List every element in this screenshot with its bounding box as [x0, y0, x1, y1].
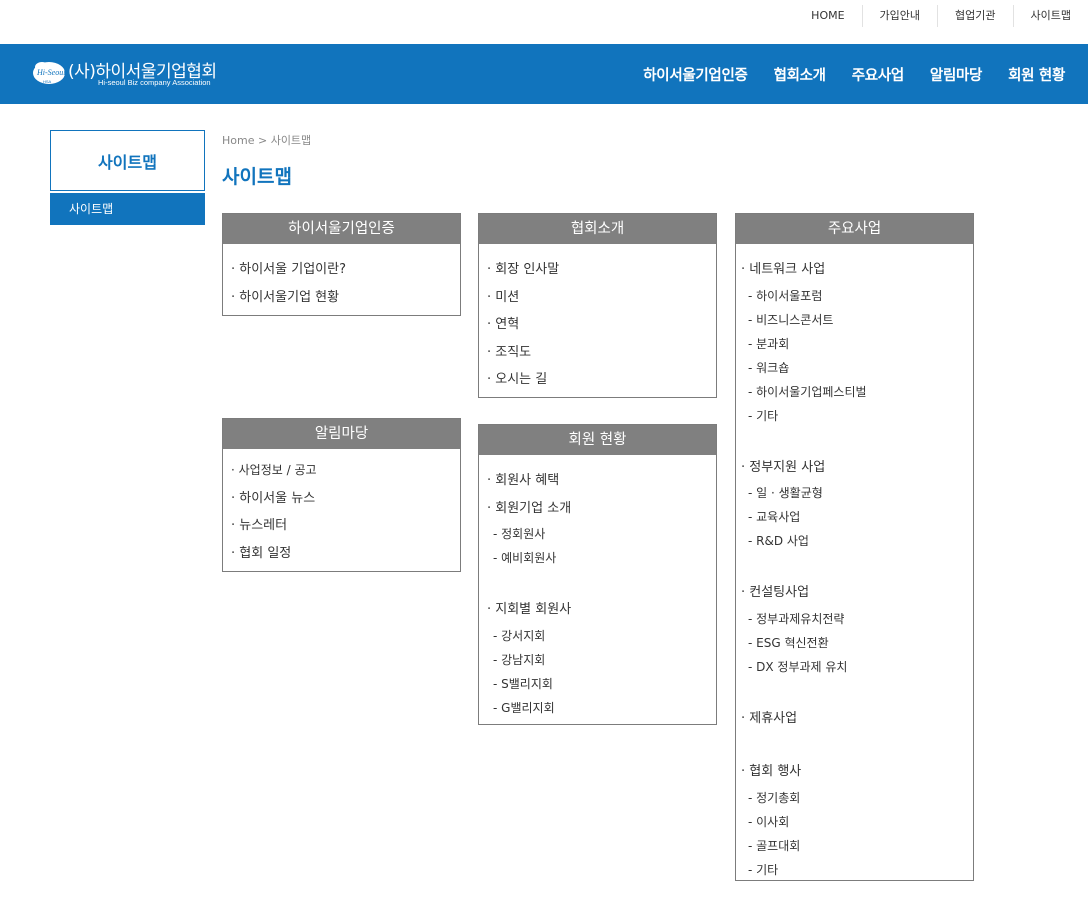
link-what-is-hiseoul[interactable]: · 하이서울 기업이란?	[231, 256, 460, 284]
sitemap-box-association: 협회소개 · 회장 인사말 · 미션 · 연혁 · 조직도 · 오시는 길	[478, 213, 717, 398]
nav-certification[interactable]: 하이서울기업인증	[630, 64, 760, 85]
link-sub[interactable]: - 일 · 생활균형	[741, 481, 973, 505]
link-partnership[interactable]: · 제휴사업	[741, 705, 973, 733]
link-hiseoul-status[interactable]: · 하이서울기업 현황	[231, 284, 460, 312]
logo-english-name: Hi-seoul Biz company Association	[98, 78, 211, 87]
link-sub[interactable]: - 골프대회	[741, 834, 973, 858]
link-directions[interactable]: · 오시는 길	[487, 366, 716, 394]
logo-mark-sub: HSA	[43, 79, 52, 84]
main-header: Hi-Seoul HSA (사)하이서울기업협회 Hi-seoul Biz co…	[0, 44, 1088, 104]
link-member-benefits[interactable]: · 회원사 혜택	[487, 467, 716, 495]
link-sub[interactable]: - 기타	[741, 858, 973, 882]
link-sub[interactable]: - 하이서울기업페스티벌	[741, 380, 973, 404]
breadcrumb: Home > 사이트맵	[222, 134, 312, 147]
link-sub[interactable]: - 예비회원사	[487, 546, 716, 570]
sitemap-box-certification: 하이서울기업인증 · 하이서울 기업이란? · 하이서울기업 현황	[222, 213, 461, 316]
link-sub[interactable]: - 강서지회	[487, 624, 716, 648]
link-member-intro[interactable]: · 회원기업 소개	[487, 495, 716, 523]
link-sub[interactable]: - G밸리지회	[487, 696, 716, 720]
link-organization[interactable]: · 조직도	[487, 339, 716, 367]
link-sub[interactable]: - 정회원사	[487, 522, 716, 546]
link-sub[interactable]: - 하이서울포럼	[741, 284, 973, 308]
link-sub[interactable]: - 비즈니스콘서트	[741, 308, 973, 332]
box-title[interactable]: 주요사업	[736, 214, 973, 244]
nav-notice[interactable]: 알림마당	[917, 64, 995, 85]
box-body: · 하이서울 기업이란? · 하이서울기업 현황	[223, 244, 460, 311]
sitemap-link[interactable]: 사이트맵	[1012, 5, 1088, 27]
link-sub[interactable]: - R&D 사업	[741, 529, 973, 553]
link-region-members[interactable]: · 지회별 회원사	[487, 596, 716, 624]
sidebar-item-sitemap[interactable]: 사이트맵	[50, 193, 205, 225]
link-sub[interactable]: - 분과회	[741, 332, 973, 356]
nav-association[interactable]: 협회소개	[761, 64, 839, 85]
box-body: · 네트워크 사업 - 하이서울포럼 - 비즈니스콘서트 - 분과회 - 워크숍…	[736, 244, 973, 882]
link-history[interactable]: · 연혁	[487, 311, 716, 339]
utility-bar: HOME 가입안내 협업기관 사이트맵	[0, 0, 1088, 44]
link-consulting[interactable]: · 컨설팅사업	[741, 579, 973, 607]
join-guide-link[interactable]: 가입안내	[861, 5, 937, 27]
logo-mark-icon: Hi-Seoul HSA	[33, 62, 66, 84]
link-sub[interactable]: - ESG 혁신전환	[741, 631, 973, 655]
nav-members[interactable]: 회원 현황	[995, 64, 1078, 85]
nav-business[interactable]: 주요사업	[839, 64, 917, 85]
page-title: 사이트맵	[222, 166, 292, 188]
logo[interactable]: Hi-Seoul HSA (사)하이서울기업협회 Hi-seoul Biz co…	[32, 56, 232, 92]
utility-links: HOME 가입안내 협업기관 사이트맵	[794, 5, 1088, 27]
link-sub[interactable]: - DX 정부과제 유치	[741, 655, 973, 679]
link-gov-support[interactable]: · 정부지원 사업	[741, 454, 973, 482]
link-sub[interactable]: - 워크숍	[741, 356, 973, 380]
link-schedule[interactable]: · 협회 일정	[231, 540, 460, 568]
box-body: · 회원사 혜택 · 회원기업 소개 - 정회원사 - 예비회원사 · 지회별 …	[479, 455, 716, 720]
box-title[interactable]: 하이서울기업인증	[223, 214, 460, 244]
box-title[interactable]: 알림마당	[223, 419, 460, 449]
link-sub[interactable]: - 정기총회	[741, 786, 973, 810]
link-sub[interactable]: - 이사회	[741, 810, 973, 834]
sitemap-box-members: 회원 현황 · 회원사 혜택 · 회원기업 소개 - 정회원사 - 예비회원사 …	[478, 424, 717, 725]
link-sub[interactable]: - 교육사업	[741, 505, 973, 529]
link-sub[interactable]: - S밸리지회	[487, 672, 716, 696]
box-title[interactable]: 협회소개	[479, 214, 716, 244]
logo-mark-text: Hi-Seoul	[36, 68, 66, 77]
link-newsletter[interactable]: · 뉴스레터	[231, 512, 460, 540]
sidebar-title: 사이트맵	[50, 130, 205, 191]
box-body: · 회장 인사말 · 미션 · 연혁 · 조직도 · 오시는 길	[479, 244, 716, 394]
box-title[interactable]: 회원 현황	[479, 425, 716, 455]
link-sub[interactable]: - 기타	[741, 404, 973, 428]
home-link[interactable]: HOME	[794, 5, 861, 27]
link-sub[interactable]: - 정부과제유치전략	[741, 607, 973, 631]
link-events[interactable]: · 협회 행사	[741, 758, 973, 786]
link-sub[interactable]: - 강남지회	[487, 648, 716, 672]
sitemap-box-notice: 알림마당 · 사업정보 / 공고 · 하이서울 뉴스 · 뉴스레터 · 협회 일…	[222, 418, 461, 572]
partner-link[interactable]: 협업기관	[937, 5, 1012, 27]
sitemap-box-business: 주요사업 · 네트워크 사업 - 하이서울포럼 - 비즈니스콘서트 - 분과회 …	[735, 213, 974, 881]
link-mission[interactable]: · 미션	[487, 284, 716, 312]
box-body: · 사업정보 / 공고 · 하이서울 뉴스 · 뉴스레터 · 협회 일정	[223, 449, 460, 567]
link-business-info[interactable]: · 사업정보 / 공고	[231, 457, 460, 485]
link-network-business[interactable]: · 네트워크 사업	[741, 256, 973, 284]
link-greeting[interactable]: · 회장 인사말	[487, 256, 716, 284]
link-news[interactable]: · 하이서울 뉴스	[231, 485, 460, 513]
global-nav: 하이서울기업인증 협회소개 주요사업 알림마당 회원 현황	[630, 44, 1078, 104]
